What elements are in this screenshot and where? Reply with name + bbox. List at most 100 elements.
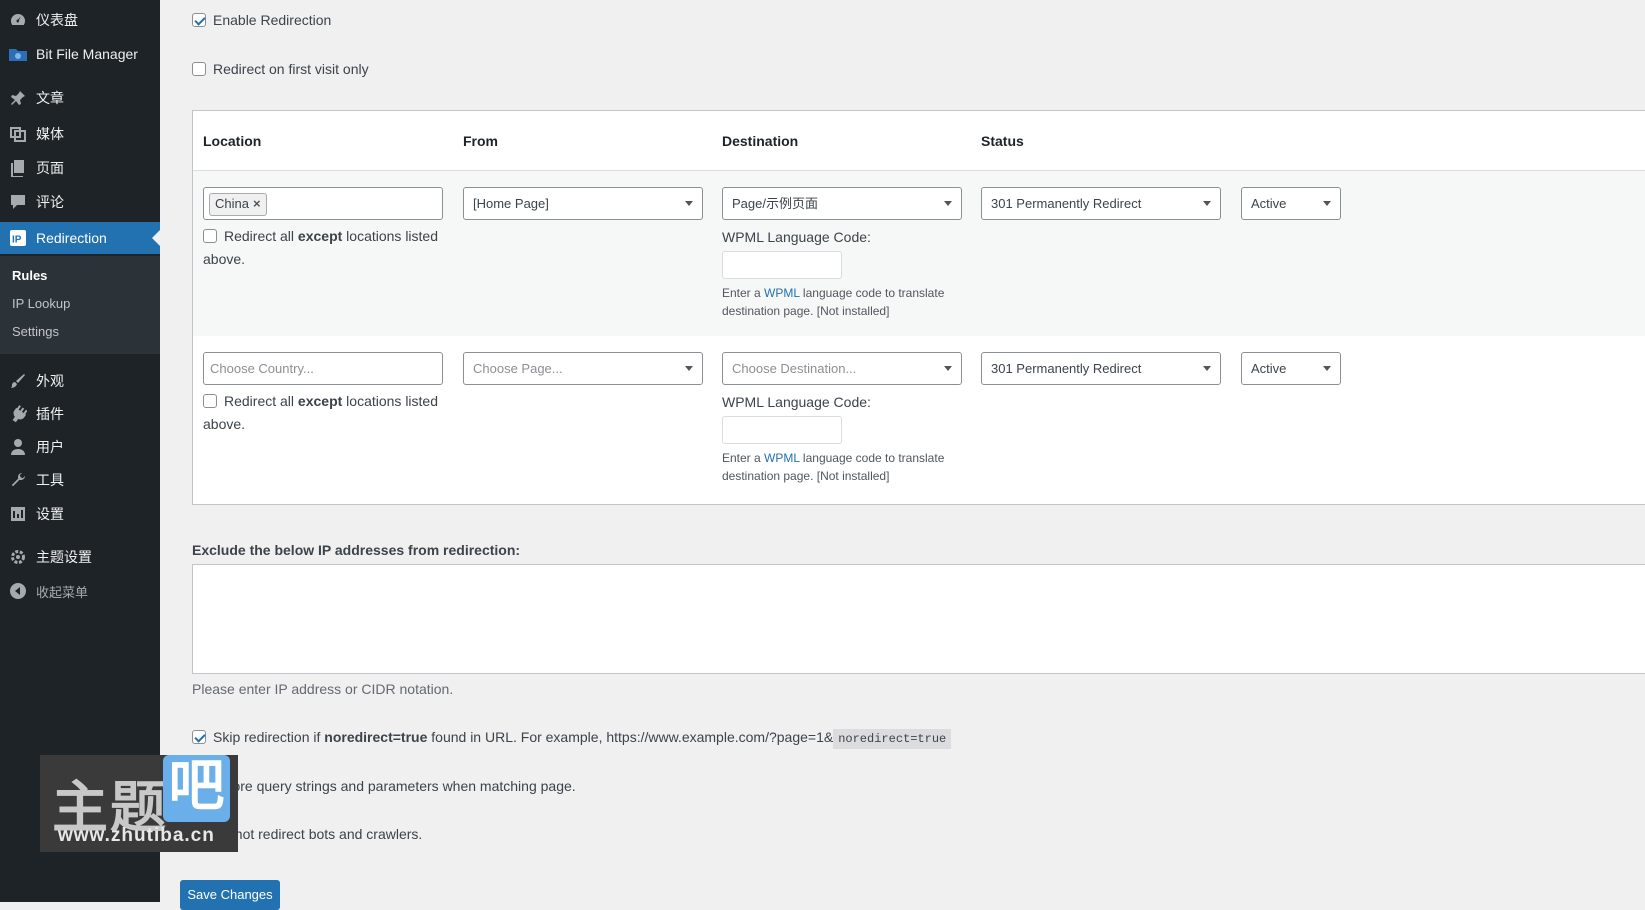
sidebar-item-appearance[interactable]: 外观 bbox=[0, 365, 160, 397]
wpml-code-input[interactable] bbox=[722, 251, 842, 279]
header-status: Status bbox=[981, 133, 1024, 149]
chevron-down-icon bbox=[1203, 366, 1211, 371]
except-option[interactable]: Redirect all except locations listed abo… bbox=[203, 225, 443, 271]
wpml-label: WPML Language Code: bbox=[722, 394, 871, 410]
except-checkbox[interactable] bbox=[203, 228, 217, 243]
destination-select[interactable]: Choose Destination... bbox=[722, 352, 962, 385]
exclude-ip-label: Exclude the below IP addresses from redi… bbox=[192, 542, 521, 558]
sidebar-item-label: 主题设置 bbox=[36, 549, 92, 565]
collapse-menu-button[interactable]: 收起菜单 bbox=[0, 575, 160, 607]
wpml-link[interactable]: WPML bbox=[764, 451, 800, 465]
submenu-ip-lookup[interactable]: IP Lookup bbox=[0, 290, 160, 318]
sidebar-item-posts[interactable]: 文章 bbox=[0, 82, 160, 114]
sidebar-item-bit-file-manager[interactable]: Bit File Manager bbox=[0, 38, 160, 70]
chevron-down-icon bbox=[685, 366, 693, 371]
submenu-settings[interactable]: Settings bbox=[0, 318, 160, 346]
sidebar-item-label: 用户 bbox=[36, 439, 64, 455]
wpml-label: WPML Language Code: bbox=[722, 229, 871, 245]
wpml-help: Enter a WPML language code to translate … bbox=[722, 286, 945, 318]
gear-icon bbox=[8, 547, 28, 567]
location-select[interactable]: Choose Country... bbox=[203, 352, 443, 385]
sidebar-item-comments[interactable]: 评论 bbox=[0, 186, 160, 218]
status-select[interactable]: Active bbox=[1241, 352, 1341, 385]
sidebar-item-label: 仪表盘 bbox=[36, 12, 78, 28]
sidebar-item-label: Redirection bbox=[36, 230, 107, 246]
save-changes-button[interactable]: Save Changes bbox=[180, 880, 280, 910]
wpml-help: Enter a WPML language code to translate … bbox=[722, 451, 945, 483]
chevron-down-icon bbox=[944, 366, 952, 371]
location-select[interactable]: China × bbox=[203, 187, 443, 220]
pin-icon bbox=[8, 88, 28, 108]
table-row: Choose Country... Redirect all except lo… bbox=[193, 337, 1645, 504]
except-option[interactable]: Redirect all except locations listed abo… bbox=[203, 390, 443, 436]
svg-text:IP: IP bbox=[12, 235, 22, 246]
location-tag: China × bbox=[209, 193, 267, 216]
watermark-badge: 吧 bbox=[163, 755, 230, 822]
folder-icon bbox=[8, 44, 28, 64]
watermark: 主题 吧 www.zhutiba.cn bbox=[40, 755, 238, 852]
wpml-code-input[interactable] bbox=[722, 416, 842, 444]
page-icon bbox=[8, 158, 28, 178]
brush-icon bbox=[8, 371, 28, 391]
skip-noredirect-checkbox[interactable] bbox=[192, 730, 206, 745]
ignore-query-option[interactable]: Ignore query strings and parameters when… bbox=[192, 778, 576, 794]
dashboard-icon bbox=[8, 10, 28, 30]
table-row: China × Redirect all except locations lis… bbox=[193, 171, 1645, 336]
wpml-link[interactable]: WPML bbox=[764, 286, 800, 300]
plugin-icon bbox=[8, 404, 28, 424]
watermark-url: www.zhutiba.cn bbox=[58, 825, 215, 846]
collapse-icon bbox=[8, 581, 28, 601]
chevron-down-icon bbox=[1323, 366, 1331, 371]
first-visit-option[interactable]: Redirect on first visit only bbox=[192, 61, 369, 77]
sidebar-item-label: 收起菜单 bbox=[36, 584, 89, 600]
chevron-down-icon bbox=[944, 201, 952, 206]
redirect-type-select[interactable]: 301 Permanently Redirect bbox=[981, 187, 1221, 220]
redirect-type-select[interactable]: 301 Permanently Redirect bbox=[981, 352, 1221, 385]
exclude-ip-textarea[interactable] bbox=[192, 564, 1645, 674]
from-select[interactable]: Choose Page... bbox=[463, 352, 703, 385]
except-checkbox[interactable] bbox=[203, 393, 217, 408]
submenu-rules[interactable]: Rules bbox=[0, 262, 160, 290]
header-destination: Destination bbox=[722, 133, 799, 149]
first-visit-checkbox[interactable] bbox=[192, 62, 206, 77]
destination-select[interactable]: Page/示例页面 bbox=[722, 187, 962, 220]
skip-noredirect-option[interactable]: Skip redirection if noredirect=true foun… bbox=[192, 729, 952, 749]
media-icon bbox=[8, 124, 28, 144]
user-icon bbox=[8, 437, 28, 457]
noredirect-code: noredirect=true bbox=[833, 729, 952, 749]
sidebar-item-label: 评论 bbox=[36, 194, 64, 210]
sidebar-item-redirection[interactable]: IP Redirection bbox=[0, 222, 160, 254]
remove-tag-icon[interactable]: × bbox=[253, 196, 261, 211]
sidebar-item-tools[interactable]: 工具 bbox=[0, 464, 160, 496]
rules-table: Location From Destination Status China × … bbox=[192, 110, 1645, 505]
sidebar-item-label: 文章 bbox=[36, 90, 64, 106]
sidebar-item-theme-settings[interactable]: 主题设置 bbox=[0, 541, 160, 573]
from-select[interactable]: [Home Page] bbox=[463, 187, 703, 220]
comment-icon bbox=[8, 192, 28, 212]
sidebar-item-label: 媒体 bbox=[36, 126, 64, 142]
ip-icon: IP bbox=[8, 228, 28, 248]
chevron-down-icon bbox=[1203, 201, 1211, 206]
sidebar-item-label: 设置 bbox=[36, 506, 64, 522]
sidebar-item-pages[interactable]: 页面 bbox=[0, 152, 160, 184]
wrench-icon bbox=[8, 470, 28, 490]
sidebar-item-users[interactable]: 用户 bbox=[0, 431, 160, 463]
sidebar-item-settings[interactable]: 设置 bbox=[0, 498, 160, 530]
sidebar-item-label: 工具 bbox=[36, 472, 64, 488]
header-from: From bbox=[463, 133, 498, 149]
sidebar-item-label: 页面 bbox=[36, 160, 64, 176]
chevron-down-icon bbox=[685, 201, 693, 206]
sidebar-item-plugins[interactable]: 插件 bbox=[0, 398, 160, 430]
status-select[interactable]: Active bbox=[1241, 187, 1341, 220]
sidebar-item-label: Bit File Manager bbox=[36, 46, 138, 62]
chevron-down-icon bbox=[1323, 201, 1331, 206]
exclude-ip-help: Please enter IP address or CIDR notation… bbox=[192, 681, 454, 697]
enable-redirection-option[interactable]: Enable Redirection bbox=[192, 12, 331, 28]
redirection-submenu: Rules IP Lookup Settings bbox=[0, 256, 160, 354]
sidebar-item-media[interactable]: 媒体 bbox=[0, 118, 160, 150]
header-location: Location bbox=[203, 133, 262, 149]
settings-icon bbox=[8, 504, 28, 524]
sidebar-item-label: 插件 bbox=[36, 406, 64, 422]
sidebar-item-dashboard[interactable]: 仪表盘 bbox=[0, 4, 160, 36]
enable-redirection-checkbox[interactable] bbox=[192, 13, 206, 28]
